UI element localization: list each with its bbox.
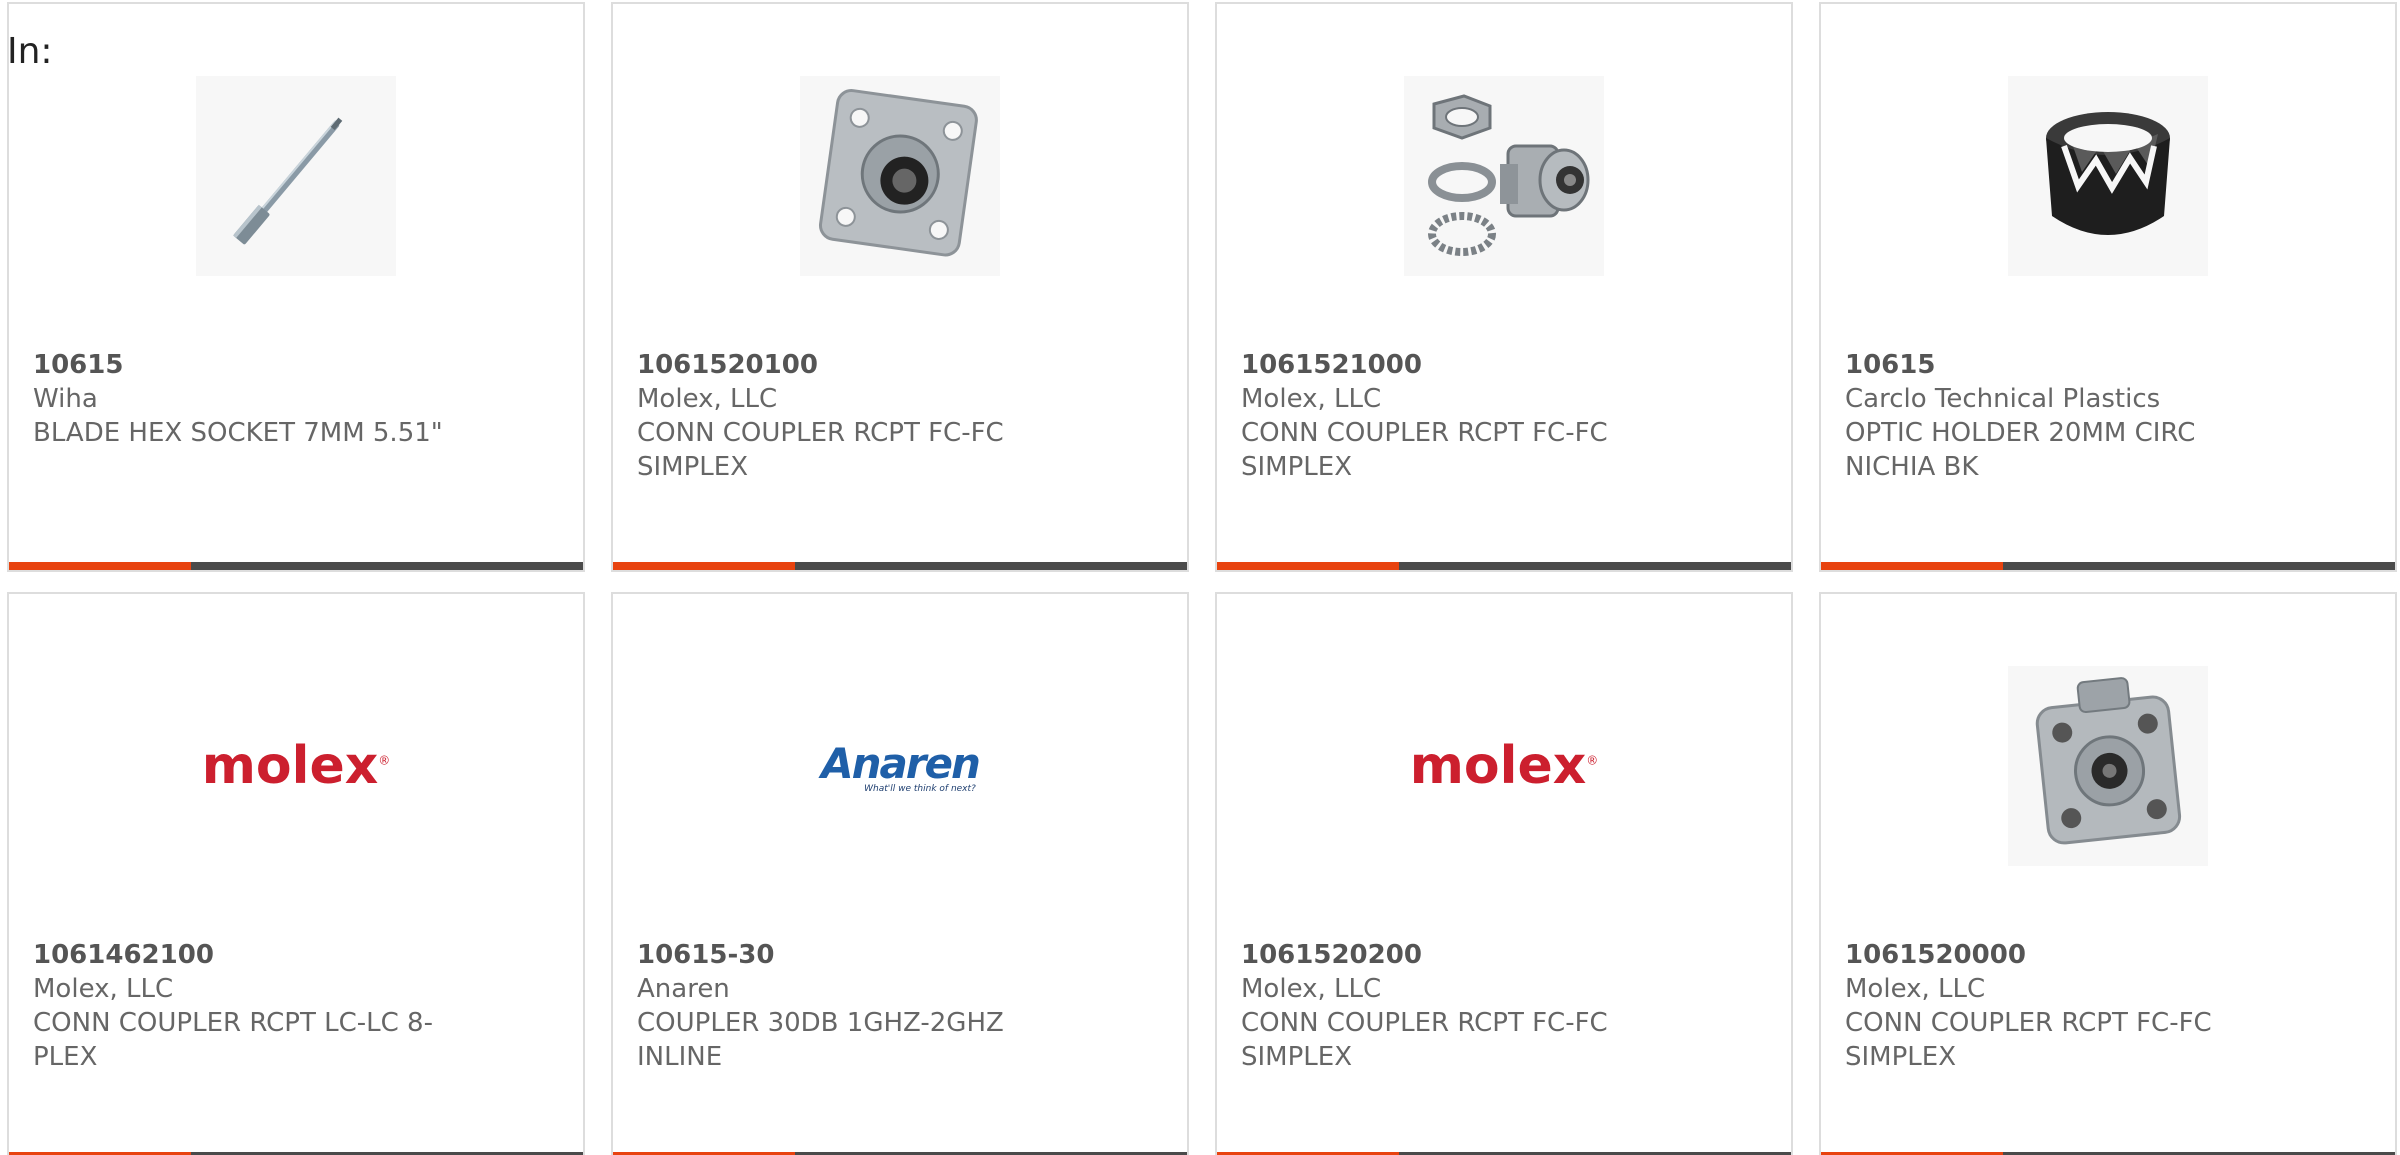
product-text: 1061520200 Molex, LLC CONN COUPLER RCPT …: [1241, 938, 1681, 1074]
description: OPTIC HOLDER 20MM CIRC NICHIA BK: [1845, 418, 2196, 482]
manufacturer: Molex, LLC: [33, 974, 174, 1004]
description: CONN COUPLER RCPT FC-FC SIMPLEX: [1241, 418, 1608, 482]
product-text: 1061462100 Molex, LLC CONN COUPLER RCPT …: [33, 938, 473, 1074]
product-card[interactable]: 1061520000 Molex, LLC CONN COUPLER RCPT …: [1819, 592, 2397, 1155]
card-bar: [9, 562, 583, 570]
product-text: 1061521000 Molex, LLC CONN COUPLER RCPT …: [1241, 348, 1681, 484]
part-number[interactable]: 1061520000: [1845, 938, 2285, 972]
product-image: [2008, 76, 2208, 276]
card-bar: [613, 562, 1187, 570]
description: COUPLER 30DB 1GHZ-2GHZ INLINE: [637, 1008, 1004, 1072]
hex-blade-image: [196, 76, 396, 276]
part-number[interactable]: 1061521000: [1241, 348, 1681, 382]
product-image: [1404, 76, 1604, 276]
product-text: 10615 Carclo Technical Plastics OPTIC HO…: [1845, 348, 2285, 484]
product-image: molex®: [1404, 666, 1604, 866]
manufacturer: Molex, LLC: [1241, 974, 1382, 1004]
card-bar: [1217, 562, 1791, 570]
product-card[interactable]: 10615 Wiha BLADE HEX SOCKET 7MM 5.51": [7, 2, 585, 572]
part-number[interactable]: 10615: [1845, 348, 2285, 382]
manufacturer: Wiha: [33, 384, 98, 414]
card-bar-accent: [9, 562, 191, 570]
product-image: Anaren What'll we think of next?: [800, 666, 1000, 866]
part-number[interactable]: 1061462100: [33, 938, 473, 972]
in-label: In:: [7, 31, 53, 72]
square-flange-coupler-image: [800, 76, 1000, 276]
description: CONN COUPLER RCPT FC-FC SIMPLEX: [1845, 1008, 2212, 1072]
description: CONN COUPLER RCPT LC-LC 8-PLEX: [33, 1008, 433, 1072]
part-number[interactable]: 1061520100: [637, 348, 1077, 382]
product-image: [800, 76, 1000, 276]
product-text: 10615 Wiha BLADE HEX SOCKET 7MM 5.51": [33, 348, 473, 450]
manufacturer: Carclo Technical Plastics: [1845, 384, 2161, 414]
product-image: molex®: [196, 666, 396, 866]
product-text: 1061520000 Molex, LLC CONN COUPLER RCPT …: [1845, 938, 2285, 1074]
description: CONN COUPLER RCPT FC-FC SIMPLEX: [637, 418, 1004, 482]
card-bar-accent: [1821, 562, 2003, 570]
molex-logo: molex®: [1409, 736, 1599, 796]
product-image: [2008, 666, 2208, 866]
product-card[interactable]: molex® 1061462100 Molex, LLC CONN COUPLE…: [7, 592, 585, 1155]
card-bar: [1821, 562, 2395, 570]
card-bar-accent: [1217, 562, 1399, 570]
product-card[interactable]: molex® 1061520200 Molex, LLC CONN COUPLE…: [1215, 592, 1793, 1155]
manufacturer: Molex, LLC: [1845, 974, 1986, 1004]
molex-logo: molex®: [201, 736, 391, 796]
optic-holder-image: [2008, 76, 2208, 276]
round-coupler-kit-image: [1404, 76, 1604, 276]
description: CONN COUPLER RCPT FC-FC SIMPLEX: [1241, 1008, 1608, 1072]
anaren-logo: Anaren What'll we think of next?: [821, 738, 981, 794]
product-text: 1061520100 Molex, LLC CONN COUPLER RCPT …: [637, 348, 1077, 484]
product-text: 10615-30 Anaren COUPLER 30DB 1GHZ-2GHZ I…: [637, 938, 1077, 1074]
description: BLADE HEX SOCKET 7MM 5.51": [33, 418, 443, 448]
manufacturer: Anaren: [637, 974, 730, 1004]
part-number[interactable]: 10615: [33, 348, 473, 382]
product-image: [196, 76, 396, 276]
product-card[interactable]: 10615 Carclo Technical Plastics OPTIC HO…: [1819, 2, 2397, 572]
part-number[interactable]: 10615-30: [637, 938, 1077, 972]
card-bar-accent: [613, 562, 795, 570]
manufacturer: Molex, LLC: [1241, 384, 1382, 414]
square-flange-coupler-image: [2008, 666, 2208, 866]
manufacturer: Molex, LLC: [637, 384, 778, 414]
product-card[interactable]: 1061521000 Molex, LLC CONN COUPLER RCPT …: [1215, 2, 1793, 572]
product-card[interactable]: Anaren What'll we think of next? 10615-3…: [611, 592, 1189, 1155]
product-grid-page: In: 10615 Wiha BLADE HEX SOCKET 7MM 5.51…: [0, 0, 2400, 1155]
product-card[interactable]: 1061520100 Molex, LLC CONN COUPLER RCPT …: [611, 2, 1189, 572]
part-number[interactable]: 1061520200: [1241, 938, 1681, 972]
